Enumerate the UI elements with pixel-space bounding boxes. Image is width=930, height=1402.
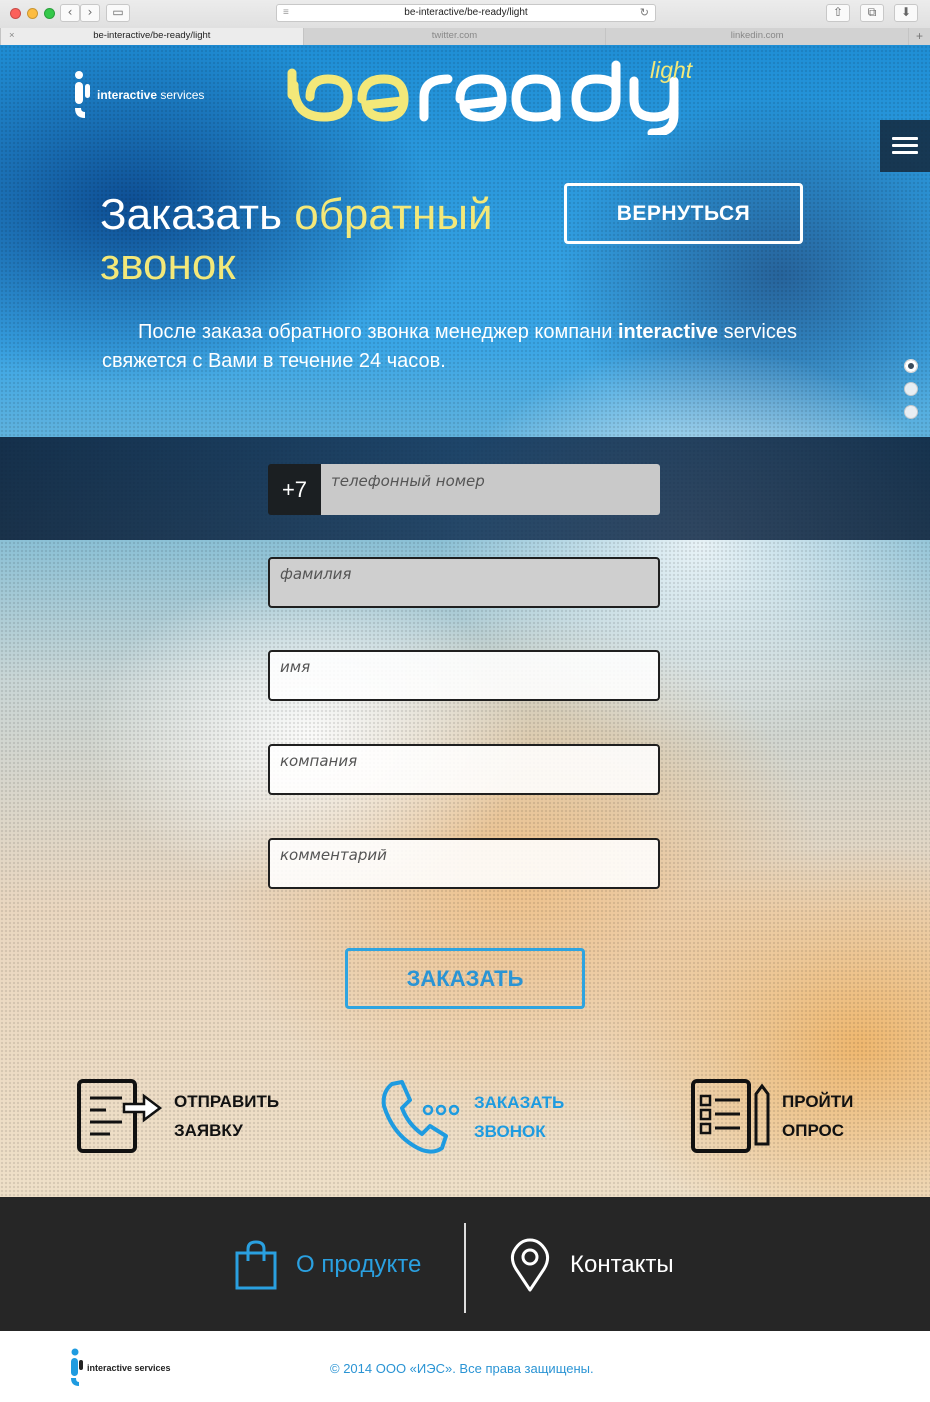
company-field-wrap: [268, 744, 660, 795]
phone-field: +7: [268, 464, 660, 515]
page-title: Заказать обратный звонок: [100, 190, 540, 290]
survey-action[interactable]: ПРОЙТИ ОПРОС: [690, 1078, 853, 1154]
comment-field-wrap: [268, 838, 660, 889]
phone-icon: [381, 1080, 460, 1154]
footer-bottom: interactive services © 2014 ООО «ИЭС». В…: [0, 1331, 930, 1402]
slide-dot-2[interactable]: [904, 382, 918, 396]
window-controls: [10, 8, 55, 19]
tab-bar: × be-interactive/be-ready/light twitter.c…: [0, 28, 930, 45]
intro-text: После заказа обратного звонка менеджер к…: [102, 318, 882, 376]
comment-input[interactable]: [270, 840, 658, 887]
location-pin-icon: [510, 1238, 550, 1292]
share-icon[interactable]: ⇧: [826, 4, 850, 22]
brand-logo: [287, 60, 679, 135]
tab-label: linkedin.com: [730, 30, 784, 41]
callback-line1: ЗАКАЗАТЬ: [474, 1093, 565, 1112]
callback-line2: ЗВОНОК: [474, 1122, 546, 1141]
back-nav-icon[interactable]: ‹: [60, 4, 80, 22]
send-request-action[interactable]: ОТПРАВИТЬ ЗАЯВКУ: [76, 1078, 279, 1154]
contacts-link[interactable]: Контакты: [508, 1237, 674, 1293]
address-url: be-interactive/be-ready/light: [404, 7, 528, 18]
intro-brand: interactive: [617, 321, 719, 343]
tab-be-ready[interactable]: × be-interactive/be-ready/light: [0, 28, 303, 45]
surname-input[interactable]: [270, 559, 658, 606]
logo-text: interactive services: [97, 88, 204, 102]
callback-action[interactable]: ЗАКАЗАТЬ ЗВОНОК: [378, 1078, 564, 1156]
survey-label: ПРОЙТИ ОПРОС: [782, 1087, 853, 1145]
phone-prefix: +7: [268, 464, 321, 515]
intro-before: После заказа обратного звонка менеджер к…: [138, 321, 613, 343]
refresh-icon[interactable]: ↻: [640, 5, 649, 21]
company-input[interactable]: [270, 746, 658, 793]
address-bar[interactable]: ≡ be-interactive/be-ready/light ↻: [276, 4, 656, 22]
name-input[interactable]: [270, 652, 658, 699]
tab-linkedin[interactable]: linkedin.com: [605, 28, 909, 45]
logo-text-bold: interactive: [97, 88, 158, 102]
browser-chrome: ‹ › ▭ ≡ be-interactive/be-ready/light ↻ …: [0, 0, 930, 45]
slide-pagination: [904, 359, 918, 419]
back-button[interactable]: ВЕРНУТЬСЯ: [564, 183, 803, 244]
send-request-line2: ЗАЯВКУ: [174, 1121, 243, 1140]
surname-field-wrap: [268, 557, 660, 608]
logo-mark-icon: [71, 1348, 83, 1386]
reader-icon[interactable]: ≡: [283, 5, 289, 21]
footer-logo-text: interactive services: [87, 1363, 171, 1373]
slide-dot-1[interactable]: [904, 359, 918, 373]
footer-divider: [464, 1223, 466, 1313]
phone-input-wrap: [321, 464, 660, 515]
copyright: © 2014 ООО «ИЭС». Все права защищены.: [330, 1361, 594, 1376]
slide-dot-3[interactable]: [904, 405, 918, 419]
send-request-line1: ОТПРАВИТЬ: [174, 1092, 280, 1111]
name-field-wrap: [268, 650, 660, 701]
tab-label: be-interactive/be-ready/light: [93, 30, 211, 41]
footer-nav: О продукте Контакты: [0, 1197, 930, 1331]
product-label: О продукте: [296, 1251, 422, 1278]
close-tab-icon[interactable]: ×: [9, 28, 15, 44]
send-request-label: ОТПРАВИТЬ ЗАЯВКУ: [174, 1087, 279, 1145]
survey-icon: [691, 1079, 770, 1153]
forward-nav-icon[interactable]: ›: [80, 4, 100, 22]
brand-sub: light: [650, 57, 693, 83]
product-link[interactable]: О продукте: [234, 1237, 421, 1293]
title-part: Заказать: [100, 190, 282, 239]
shopping-bag-icon: [235, 1240, 277, 1290]
menu-icon[interactable]: [880, 120, 930, 172]
order-button[interactable]: ЗАКАЗАТЬ: [345, 948, 585, 1009]
close-window-button[interactable]: [10, 8, 21, 19]
survey-line1: ПРОЙТИ: [782, 1092, 854, 1111]
zoom-window-button[interactable]: [44, 8, 55, 19]
footer-logo[interactable]: interactive services: [70, 1348, 171, 1388]
company-logo[interactable]: interactive services: [73, 70, 204, 120]
contacts-label: Контакты: [570, 1251, 674, 1278]
logo-text-thin: services: [160, 88, 205, 102]
survey-line2: ОПРОС: [782, 1121, 845, 1140]
page-content: interactive services light Заказать обра…: [0, 45, 930, 1197]
new-tab-button[interactable]: +: [908, 28, 930, 45]
callback-label: ЗАКАЗАТЬ ЗВОНОК: [474, 1088, 564, 1146]
sidebar-toggle-icon[interactable]: ▭: [106, 4, 130, 22]
phone-input[interactable]: [321, 464, 660, 515]
downloads-icon[interactable]: ⬇: [894, 4, 918, 22]
tabs-overview-icon[interactable]: ⧉: [860, 4, 884, 22]
tab-twitter[interactable]: twitter.com: [302, 28, 606, 45]
document-send-icon: [77, 1079, 162, 1153]
tab-label: twitter.com: [431, 30, 478, 41]
minimize-window-button[interactable]: [27, 8, 38, 19]
logo-mark-icon: [75, 71, 90, 118]
